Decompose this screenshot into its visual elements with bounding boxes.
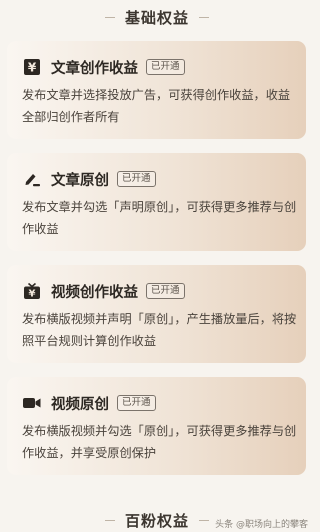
card-title: 视频原创	[51, 396, 109, 413]
status-badge: 已开通	[146, 283, 185, 299]
card-header: ¥ 文章创作收益 已开通	[22, 57, 185, 77]
benefit-card-article-revenue[interactable]: ¥ 文章创作收益 已开通 发布文章并选择投放广告，可获得创作收益，收益全部归创作…	[7, 41, 306, 139]
svg-text:¥: ¥	[28, 61, 37, 75]
card-title: 文章创作收益	[51, 60, 138, 77]
divider-left	[104, 16, 115, 18]
card-description: 发布文章并选择投放广告，可获得创作收益，收益全部归创作者所有	[22, 88, 291, 124]
section-title-basic: 基础权益	[124, 8, 189, 27]
benefit-card-video-revenue[interactable]: ¥ 视频创作收益 已开通 发布横版视频并声明「原创」，产生播放量后，将按照平台规…	[7, 265, 306, 363]
card-header: 视频原创 已开通	[22, 393, 156, 413]
card-description: 发布横版视频并勾选「原创」，可获得更多推荐与创作收益，并享受原创保护	[22, 424, 297, 460]
section-header-basic: 基础权益	[0, 6, 314, 28]
benefit-card-article-original[interactable]: 文章原创 已开通 发布文章并勾选「声明原创」，可获得更多推荐与创作收益	[7, 153, 306, 251]
svg-text:¥: ¥	[29, 289, 36, 300]
status-badge: 已开通	[117, 171, 156, 187]
status-badge: 已开通	[146, 59, 185, 75]
card-title: 视频创作收益	[51, 284, 138, 301]
card-header: 文章原创 已开通	[22, 169, 156, 189]
card-description: 发布文章并勾选「声明原创」，可获得更多推荐与创作收益	[22, 200, 297, 236]
divider-right	[199, 519, 209, 521]
status-badge: 已开通	[117, 395, 156, 411]
tv-yuan-icon: ¥	[22, 281, 42, 301]
yuan-document-icon: ¥	[22, 57, 42, 77]
card-title: 文章原创	[51, 172, 109, 189]
card-header: ¥ 视频创作收益 已开通	[22, 281, 185, 301]
video-camera-icon	[22, 393, 42, 413]
card-description: 发布横版视频并声明「原创」，产生播放量后，将按照平台规则计算创作收益	[22, 312, 297, 348]
pen-icon	[22, 169, 42, 189]
divider-left	[104, 519, 115, 521]
section-title-hundred-fans: 百粉权益	[124, 511, 189, 530]
watermark: 头条 @职场向上的攀客	[215, 520, 308, 530]
benefit-card-video-original[interactable]: 视频原创 已开通 发布横版视频并勾选「原创」，可获得更多推荐与创作收益，并享受原…	[7, 377, 306, 475]
divider-right	[199, 16, 209, 18]
